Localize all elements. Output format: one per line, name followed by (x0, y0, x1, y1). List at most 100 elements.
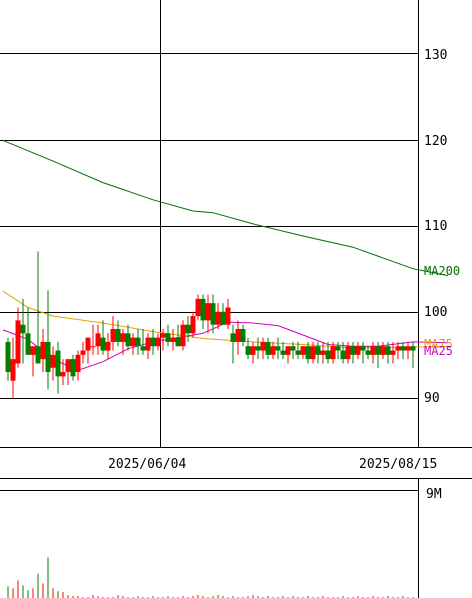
volume-series (7, 557, 414, 598)
candle-body (115, 329, 121, 342)
candle (270, 341, 276, 360)
volume-bar (47, 557, 49, 598)
candle-body (300, 346, 306, 355)
candle-body (175, 337, 181, 347)
candle (410, 341, 416, 368)
candle (240, 324, 246, 347)
candle-body (185, 324, 191, 334)
candle-body (260, 341, 266, 351)
candle (325, 341, 331, 364)
candle (230, 324, 236, 364)
candle (355, 341, 361, 360)
volume-bar (32, 588, 34, 598)
candle-body (45, 341, 51, 373)
candle-body (375, 346, 381, 355)
candle (115, 320, 121, 347)
candle-body (395, 346, 401, 351)
candle-body (155, 337, 161, 347)
candle (250, 341, 256, 364)
volume-bar (22, 585, 24, 598)
candle-body (85, 337, 91, 351)
candle-body (100, 337, 106, 351)
y-tick-120: 120 (424, 134, 447, 149)
candle (260, 337, 266, 360)
candle-body (15, 320, 21, 364)
y-tick-130: 130 (424, 48, 447, 63)
candle (125, 324, 131, 351)
candle (40, 329, 46, 373)
candle-body (275, 346, 281, 351)
y-tick-110: 110 (424, 219, 447, 234)
candle-body (160, 333, 166, 338)
volume-bar (37, 573, 39, 598)
candle-body (25, 333, 31, 355)
legend-ma200: MA200 (424, 264, 460, 278)
candle-body (90, 346, 96, 348)
candle-body (180, 324, 186, 347)
candle (275, 337, 281, 360)
candle (20, 298, 26, 364)
candle (380, 341, 386, 360)
candle (220, 303, 226, 325)
candle-body (170, 337, 176, 342)
volume-bar (62, 592, 64, 598)
candle-body (345, 346, 351, 360)
candle-body (95, 333, 101, 347)
candle-body (70, 359, 76, 377)
candle (30, 346, 36, 377)
candle-body (110, 329, 116, 342)
candle (170, 329, 176, 351)
candle (400, 341, 406, 360)
candle-body (405, 346, 411, 351)
candle (75, 350, 81, 381)
candle (95, 324, 101, 355)
candle (395, 341, 401, 360)
candle-body (55, 350, 61, 377)
candle-body (105, 341, 111, 351)
candle-body (240, 329, 246, 342)
candle-body (215, 311, 221, 325)
candle-body (380, 346, 386, 355)
candle-body (75, 354, 81, 373)
y-tick-90: 90 (424, 391, 440, 406)
candle-body (280, 350, 286, 355)
candle-body (285, 346, 291, 355)
candle-body (370, 346, 376, 355)
x-tick-2025-06-04: 2025/06/04 (108, 457, 186, 472)
candle (255, 337, 261, 360)
candle (345, 341, 351, 364)
candle-body (245, 346, 251, 355)
candle (405, 341, 411, 360)
candle-body (365, 350, 371, 355)
candle-body (290, 346, 296, 351)
candle (105, 333, 111, 360)
candle-body (225, 307, 231, 325)
candle-body (385, 346, 391, 355)
candle-body (235, 329, 241, 342)
candle (100, 320, 106, 355)
volume-bar (17, 580, 19, 598)
candle (320, 341, 326, 364)
candle (300, 346, 306, 360)
candle-body (80, 350, 86, 355)
candle-body (255, 346, 261, 351)
candle (140, 329, 146, 355)
candle (135, 329, 141, 355)
candlestick-series (5, 251, 416, 398)
candle (15, 307, 21, 368)
volume-grid (0, 478, 472, 598)
candle-body (10, 359, 16, 381)
candle (50, 346, 56, 381)
candle (150, 329, 156, 355)
candle (5, 337, 11, 381)
candle (85, 337, 91, 364)
candle-body (195, 298, 201, 317)
date-axis-ticks: 2025/06/04 2025/08/15 (108, 457, 437, 472)
candle-body (350, 346, 356, 355)
candle (155, 333, 161, 351)
candle-body (330, 346, 336, 360)
price-grid (0, 0, 472, 448)
candle-body (210, 303, 216, 325)
stock-chart: 130 120 110 100 90 2025/06/04 2025/08/15… (0, 0, 472, 598)
candle-body (60, 372, 66, 377)
